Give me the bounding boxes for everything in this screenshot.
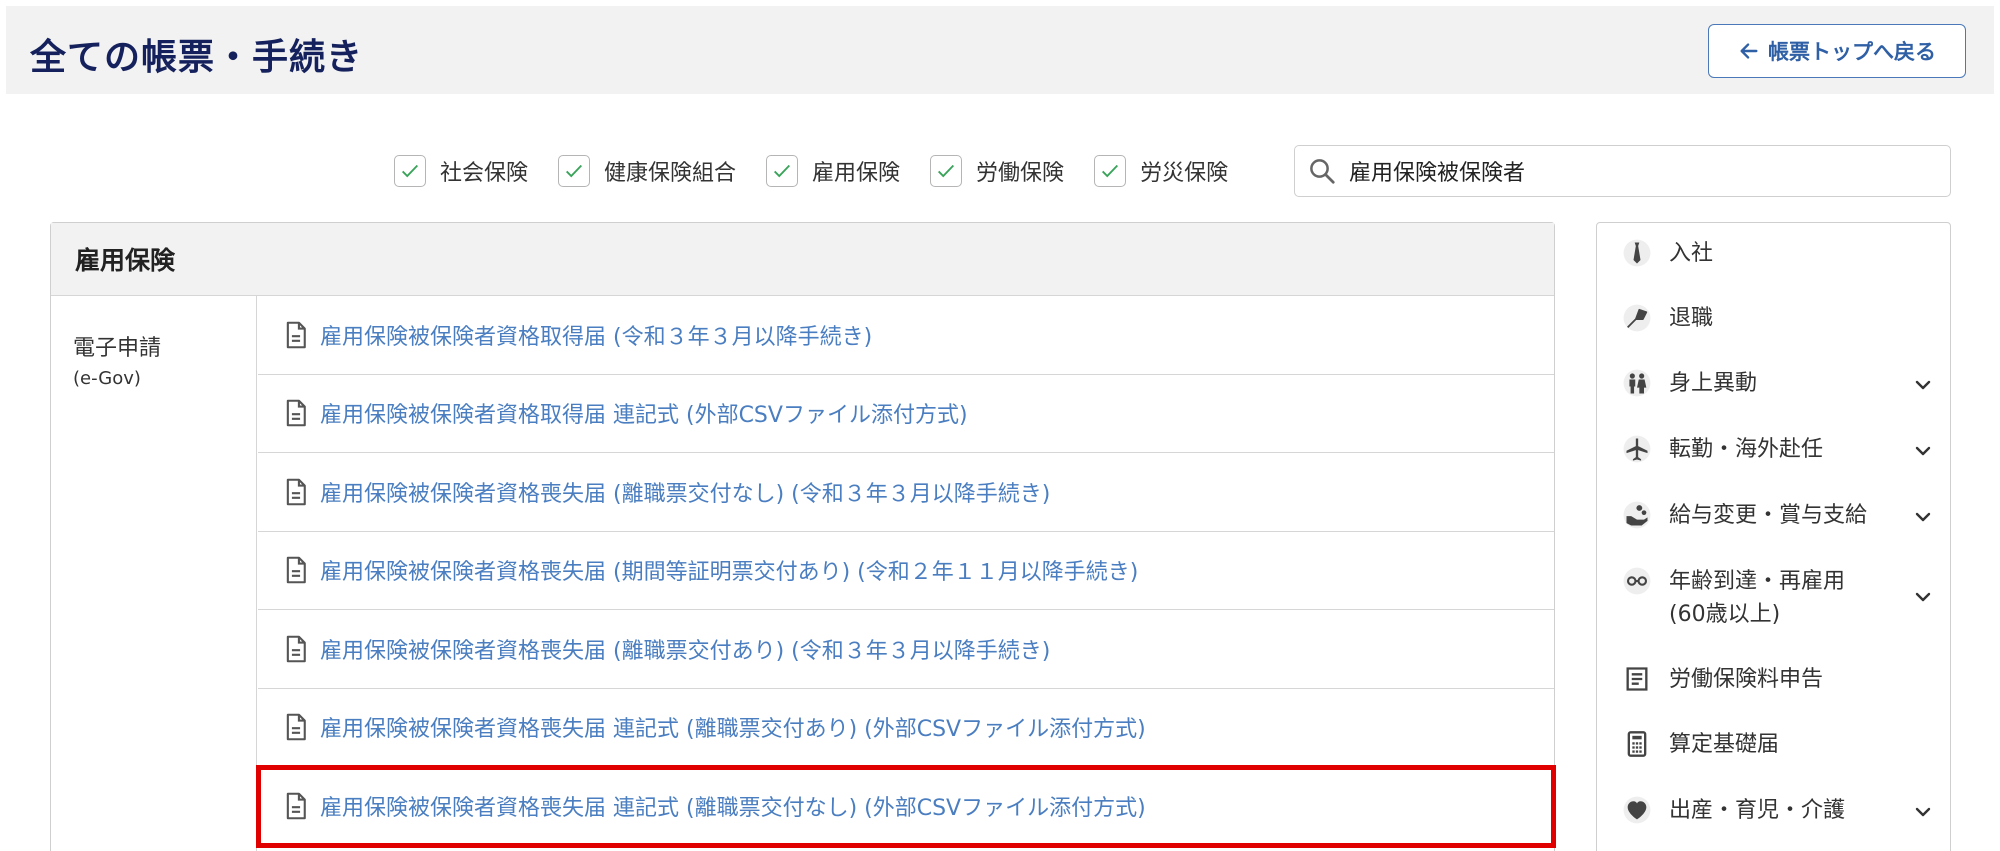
form-link-label[interactable]: 雇用保険被保険者資格喪失届 連記式 (離職票交付あり) (外部CSVファイル添付…	[320, 711, 1146, 743]
form-link-label[interactable]: 雇用保険被保険者資格喪失届 連記式 (離職票交付なし) (外部CSVファイル添付…	[320, 790, 1146, 822]
form-list: 雇用保険被保険者資格取得届 (令和３年３月以降手続き) 雇用保険被保険者資格取得…	[256, 296, 1556, 848]
form-link-label[interactable]: 雇用保険被保険者資格喪失届 (期間等証明票交付あり) (令和２年１１月以降手続き…	[320, 554, 1138, 586]
sidebar-item-label: 年齢到達・再雇用 (60歳以上)	[1669, 569, 1846, 627]
chevron-down-icon[interactable]	[1913, 587, 1933, 607]
checkmark-icon	[566, 164, 583, 178]
filter-employment-insurance[interactable]: 雇用保険	[766, 155, 900, 187]
back-button-label: 帳票トップへ戻る	[1768, 40, 1936, 64]
sidebar-item-retirement[interactable]: 退職	[1597, 302, 1949, 335]
filter-checkbox[interactable]	[766, 155, 799, 187]
checkmark-icon	[938, 164, 955, 178]
form-link-label[interactable]: 雇用保険被保険者資格取得届 (令和３年３月以降手続き)	[320, 319, 872, 351]
sidebar-item-label: 入社	[1669, 241, 1714, 266]
back-to-forms-top-button[interactable]: 帳票トップへ戻る	[1708, 24, 1966, 78]
form-link-row[interactable]: 雇用保険被保険者資格取得届 (令和３年３月以降手続き)	[258, 296, 1554, 375]
couple-icon	[1621, 367, 1653, 399]
sidebar-item-childbirth-childcare-nursing[interactable]: 出産・育児・介護	[1597, 794, 1949, 827]
sidebar-item-salary-bonus[interactable]: 給与変更・賞与支給	[1597, 499, 1949, 532]
procedure-category-sidebar: 入社 退職 身上異動 転勤・海外赴任 給与変更・賞与支給 年齢到達・再雇用 (6…	[1596, 222, 1951, 851]
checkmark-icon	[774, 164, 791, 178]
forms-panel: 雇用保険 電子申請 (e-Gov) 雇用保険被保険者資格取得届 (令和３年３月以…	[50, 222, 1556, 851]
category-label: 電子申請	[73, 336, 162, 361]
chevron-down-icon[interactable]	[1913, 441, 1933, 461]
chevron-down-icon[interactable]	[1913, 802, 1933, 822]
sidebar-item-age-reemployment[interactable]: 年齢到達・再雇用 (60歳以上)	[1597, 565, 1949, 631]
form-link-row[interactable]: 雇用保険被保険者資格喪失届 (期間等証明票交付あり) (令和２年１１月以降手続き…	[258, 532, 1554, 610]
document-lines-icon	[1621, 663, 1653, 695]
filter-workers-comp-insurance[interactable]: 労災保険	[1094, 155, 1228, 187]
sidebar-item-label: 給与変更・賞与支給	[1669, 503, 1868, 528]
filter-label: 健康保険組合	[604, 161, 737, 186]
form-link-row-highlighted[interactable]: 雇用保険被保険者資格喪失届 連記式 (離職票交付なし) (外部CSVファイル添付…	[256, 765, 1556, 848]
document-icon	[286, 713, 306, 741]
sidebar-item-label: 身上異動	[1669, 371, 1758, 396]
filter-labor-insurance[interactable]: 労働保険	[930, 155, 1064, 187]
sidebar-item-label: 労働保険料申告	[1669, 667, 1824, 692]
filter-social-insurance[interactable]: 社会保険	[394, 155, 528, 187]
panel-header: 雇用保険	[51, 223, 1554, 296]
form-link-row[interactable]: 雇用保険被保険者資格喪失届 (離職票交付なし) (令和３年３月以降手続き)	[258, 453, 1554, 532]
sidebar-item-labor-insurance-declaration[interactable]: 労働保険料申告	[1597, 663, 1949, 696]
arrow-left-icon	[1740, 43, 1758, 59]
document-icon	[286, 321, 306, 349]
money-hand-icon	[1621, 499, 1653, 531]
category-column: 電子申請 (e-Gov)	[51, 296, 257, 851]
form-link-row[interactable]: 雇用保険被保険者資格喪失届 連記式 (離職票交付あり) (外部CSVファイル添付…	[258, 689, 1554, 767]
chevron-down-icon[interactable]	[1913, 507, 1933, 527]
filter-checkbox[interactable]	[1094, 155, 1127, 187]
form-link-label[interactable]: 雇用保険被保険者資格取得届 連記式 (外部CSVファイル添付方式)	[320, 397, 968, 429]
sidebar-item-personal-change[interactable]: 身上異動	[1597, 367, 1949, 400]
form-link-row[interactable]: 雇用保険被保険者資格喪失届 (離職票交付あり) (令和３年３月以降手続き)	[258, 610, 1554, 689]
filter-checkbox[interactable]	[558, 155, 591, 187]
filter-label: 労働保険	[976, 161, 1065, 186]
form-link-row[interactable]: 雇用保険被保険者資格取得届 連記式 (外部CSVファイル添付方式)	[258, 375, 1554, 453]
search-icon	[1310, 159, 1335, 184]
heart-icon	[1621, 794, 1653, 826]
document-icon	[286, 478, 306, 506]
filter-health-insurance-union[interactable]: 健康保険組合	[558, 155, 736, 187]
necktie-icon	[1621, 237, 1653, 269]
sidebar-item-label: 退職	[1669, 306, 1714, 331]
sidebar-item-joining[interactable]: 入社	[1597, 237, 1949, 270]
insurance-filter-group: 社会保険 健康保険組合 雇用保険 労働保険 労災保険	[394, 150, 1258, 192]
filter-label: 雇用保険	[812, 161, 901, 186]
filter-label: 労災保険	[1140, 161, 1229, 186]
document-icon	[286, 556, 306, 584]
glasses-icon	[1621, 565, 1653, 597]
sidebar-item-label: 出産・育児・介護	[1669, 798, 1846, 823]
sidebar-item-transfer-overseas[interactable]: 転勤・海外赴任	[1597, 433, 1949, 466]
chevron-down-icon[interactable]	[1913, 375, 1933, 395]
category-sublabel: (e-Gov)	[73, 368, 141, 389]
airplane-icon	[1621, 433, 1653, 465]
filter-checkbox[interactable]	[930, 155, 963, 187]
filter-checkbox[interactable]	[394, 155, 426, 187]
search-input[interactable]	[1349, 158, 1929, 184]
search-box[interactable]	[1294, 145, 1951, 197]
document-icon	[286, 635, 306, 663]
form-link-label[interactable]: 雇用保険被保険者資格喪失届 (離職票交付なし) (令和３年３月以降手続き)	[320, 476, 1050, 508]
sidebar-item-label: 算定基礎届	[1669, 732, 1780, 757]
document-icon	[286, 399, 306, 427]
page-title: 全ての帳票・手続き	[30, 37, 364, 78]
bouquet-icon	[1621, 302, 1653, 334]
sidebar-item-calculation-basis[interactable]: 算定基礎届	[1597, 728, 1949, 761]
page-header: 全ての帳票・手続き 帳票トップへ戻る	[6, 6, 1994, 94]
panel-title: 雇用保険	[75, 246, 176, 275]
checkmark-icon	[1102, 164, 1119, 178]
sidebar-item-label: 転勤・海外赴任	[1669, 437, 1824, 462]
form-link-label[interactable]: 雇用保険被保険者資格喪失届 (離職票交付あり) (令和３年３月以降手続き)	[320, 633, 1050, 665]
filter-label: 社会保険	[440, 161, 529, 186]
checkmark-icon	[402, 164, 418, 178]
document-icon	[286, 792, 306, 820]
calculator-icon	[1621, 728, 1653, 760]
